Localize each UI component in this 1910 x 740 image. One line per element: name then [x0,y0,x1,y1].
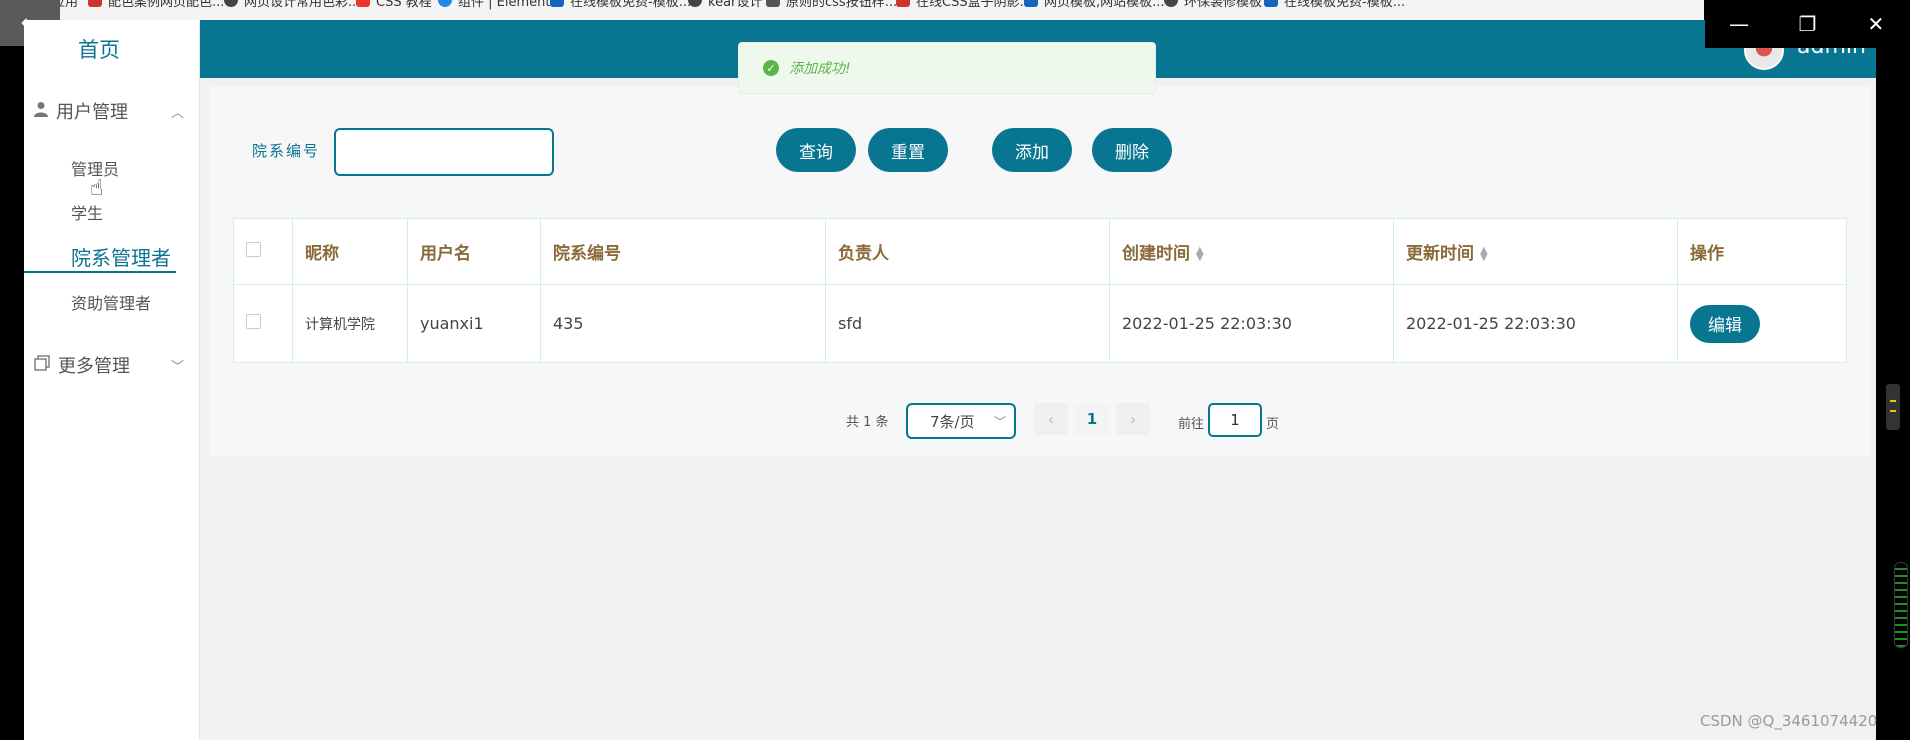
page-size-select[interactable]: 7条/页 ﹀ [906,403,1016,439]
cell-created: 2022-01-25 22:03:30 [1109,284,1394,363]
edit-button[interactable]: 编辑 [1690,304,1760,343]
col-action: 操作 [1677,218,1847,285]
side-drag-handle[interactable] [1886,384,1900,430]
copy-icon [34,354,50,376]
next-page-button[interactable]: › [1116,403,1150,435]
bookmark-item[interactable]: 网页模板,网站模板... [1024,0,1165,10]
select-all-checkbox[interactable] [246,241,261,257]
add-button[interactable]: 添加 [992,128,1072,172]
bookmark-item[interactable]: 环保装修模板 [1164,0,1262,10]
sidebar-item-dept-manager[interactable]: 院系管理者 [71,242,171,271]
goto-page-input[interactable]: 1 [1208,403,1262,437]
minimize-icon[interactable]: — [1705,0,1773,48]
reset-button[interactable]: 重置 [868,128,948,172]
chevron-down-icon: ﹀ [170,359,184,375]
bookmark-item[interactable]: 组件 | Element [438,0,550,10]
sidebar-group-label: 更多管理 [58,356,130,377]
prev-page-button[interactable]: ‹ [1034,403,1068,435]
sidebar-group-more-management[interactable]: 更多管理 ﹀ [34,352,184,378]
window-controls: — ❐ ✕ [1705,0,1910,48]
chevron-up-icon: ︿ [170,105,184,121]
cell-dept-no: 435 [540,284,826,363]
bookmark-item[interactable]: 配色案例网页配色... [88,0,224,10]
row-checkbox[interactable] [246,314,261,329]
watermark: CSDN @Q_3461074420 [1700,712,1878,730]
query-button[interactable]: 查询 [776,128,856,172]
select-all-cell [233,218,293,285]
cell-nickname: 计算机学院 [292,284,408,363]
app-window: 首页 用户管理 ︿ 管理员 学生 院系管理者 资助管理者 更多管理 ﹀ ✓ 添加… [24,20,1900,740]
sidebar-group-label: 用户管理 [56,102,128,123]
current-page[interactable]: 1 [1074,403,1110,435]
close-icon[interactable]: ✕ [1842,0,1910,48]
search-label: 院系编号 [252,142,321,160]
goto-label: 前往 [1178,417,1205,432]
restore-icon[interactable]: ❐ [1773,0,1841,48]
data-table: 昵称 用户名 院系编号 负责人 创建时间 ▲ ▼ 更新时间 ▲ ▼ 操作 计算机学院 y… [233,218,1847,363]
hand-cursor-icon: ☝ [90,176,104,201]
table-header-row: 昵称 用户名 院系编号 负责人 创建时间 ▲ ▼ 更新时间 ▲ ▼ 操作 [233,218,1847,285]
col-created: 创建时间 [1122,244,1190,264]
col-created-cell[interactable]: 创建时间 ▲ ▼ [1109,218,1394,285]
bookmark-item[interactable]: 原则的css按钮样... [766,0,897,10]
sidebar-item-aid-manager[interactable]: 资助管理者 [71,290,151,314]
pagination-total: 共 1 条 [846,415,889,430]
bookmark-item[interactable]: CSS 教程 [356,0,432,10]
sidebar: 首页 用户管理 ︿ 管理员 学生 院系管理者 资助管理者 更多管理 ﹀ [24,20,200,740]
bookmarks-bar: 应用 配色案例网页配色... 网页设计常用色彩... CSS 教程 组件 | E… [24,0,1704,20]
cell-action: 编辑 [1677,284,1847,363]
row-select-cell [233,284,293,363]
screen: 应用 配色案例网页配色... 网页设计常用色彩... CSS 教程 组件 | E… [0,0,1910,740]
toast-message: 添加成功! [789,61,851,77]
active-indicator [24,271,176,273]
bookmark-item[interactable]: 在线CSS盒子阴影... [896,0,1032,10]
sidebar-item-home[interactable]: 首页 [78,34,120,64]
sort-icon[interactable]: ▲ ▼ [1480,246,1488,263]
cell-updated: 2022-01-25 22:03:30 [1393,284,1678,363]
chevron-down-icon: ﹀ [993,414,1006,429]
success-toast: ✓ 添加成功! [738,42,1156,94]
page-size-value: 7条/页 [930,412,975,431]
bookmark-item[interactable]: kear设计 [688,0,762,10]
bookmark-item[interactable]: 在线模板免费-模板... [550,0,691,10]
volume-meter [1894,562,1908,648]
user-icon [34,101,48,121]
sidebar-item-student[interactable]: 学生 [71,200,103,224]
col-updated-cell[interactable]: 更新时间 ▲ ▼ [1393,218,1678,285]
col-updated: 更新时间 [1406,244,1474,264]
check-circle-icon: ✓ [763,60,779,76]
sort-icon[interactable]: ▲ ▼ [1196,246,1204,263]
col-dept-no: 院系编号 [540,218,826,285]
sidebar-group-user-management[interactable]: 用户管理 ︿ [34,98,184,124]
cell-manager: sfd [825,284,1110,363]
dept-no-input[interactable] [334,128,554,176]
col-nickname: 昵称 [292,218,408,285]
bookmark-item[interactable]: 网页设计常用色彩... [224,0,360,10]
col-username: 用户名 [407,218,541,285]
table-row: 计算机学院 yuanxi1 435 sfd 2022-01-25 22:03:3… [233,284,1847,363]
col-manager: 负责人 [825,218,1110,285]
goto-unit: 页 [1266,417,1280,432]
cell-username: yuanxi1 [407,284,541,363]
bookmark-item[interactable]: 在线模板免费-模板... [1264,0,1405,10]
delete-button[interactable]: 删除 [1092,128,1172,172]
